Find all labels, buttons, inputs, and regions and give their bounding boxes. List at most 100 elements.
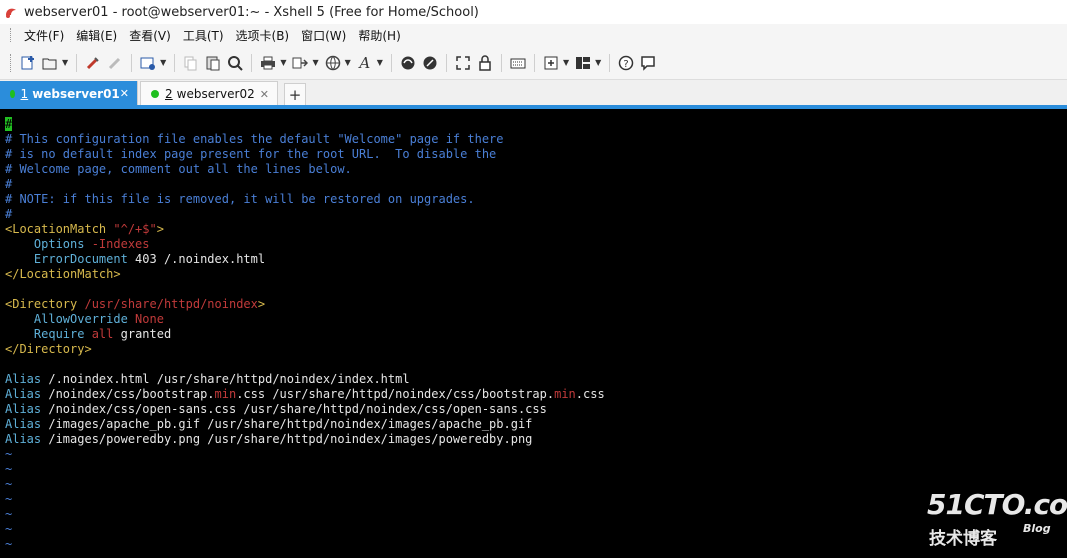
terminal-text: -Indexes	[84, 237, 150, 251]
terminal-text: # Welcome page, comment out all the line…	[5, 162, 352, 176]
terminal-text: /images/poweredby.png /usr/share/httpd/n…	[41, 432, 533, 446]
find-icon[interactable]	[226, 52, 244, 74]
svg-text:?: ?	[624, 59, 629, 70]
close-tab-icon[interactable]: ✕	[260, 88, 269, 101]
disconnect-icon[interactable]	[106, 52, 124, 74]
terminal-line: </LocationMatch>	[5, 267, 1067, 282]
menu-help[interactable]: 帮助(H)	[353, 25, 405, 46]
toolbar-separator	[390, 53, 392, 72]
help-icon[interactable]: ?	[617, 52, 635, 74]
terminal-text: </Directory>	[5, 342, 92, 356]
chat-icon[interactable]	[639, 52, 657, 74]
terminal-text: 403 /.noindex.html	[127, 252, 266, 266]
terminal-line: ~	[5, 507, 1067, 522]
menu-view[interactable]: 查看(V)	[124, 25, 176, 46]
terminal-line: ~	[5, 447, 1067, 462]
tab-webserver02[interactable]: 2 webserver02 ✕	[140, 81, 278, 106]
terminal-text: /.noindex.html /usr/share/httpd/noindex/…	[41, 372, 410, 386]
terminal-line: Alias /images/apache_pb.gif /usr/share/h…	[5, 417, 1067, 432]
window-title: webserver01 - root@webserver01:~ - Xshel…	[24, 4, 479, 20]
xftp-icon[interactable]	[399, 52, 417, 74]
toolbar-separator	[445, 53, 447, 72]
terminal-line: # NOTE: if this file is removed, it will…	[5, 192, 1067, 207]
tab-number: 2	[165, 87, 173, 101]
layout-caret-icon[interactable]: ▼	[595, 58, 601, 67]
properties-caret-icon[interactable]: ▼	[160, 58, 166, 67]
close-tab-icon[interactable]: ✕	[120, 87, 129, 100]
terminal-line: #	[5, 177, 1067, 192]
toolbar-separator	[251, 53, 253, 72]
tab-webserver01[interactable]: 1 webserver01 ✕	[0, 81, 138, 106]
terminal-text: all	[84, 327, 114, 341]
terminal-cursor: #	[5, 117, 13, 131]
terminal-text: # This configuration file enables the de…	[5, 132, 504, 146]
transfer-caret-icon[interactable]: ▼	[312, 58, 318, 67]
open-folder-icon[interactable]	[41, 52, 59, 74]
terminal-text: ~	[5, 507, 13, 521]
terminal-text: ~	[5, 522, 13, 536]
print-caret-icon[interactable]: ▼	[280, 58, 286, 67]
new-session-icon[interactable]	[19, 52, 37, 74]
globe-caret-icon[interactable]: ▼	[345, 58, 351, 67]
terminal-line: </Directory>	[5, 342, 1067, 357]
toolbar-separator	[609, 53, 611, 72]
terminal-line: Alias /.noindex.html /usr/share/httpd/no…	[5, 372, 1067, 387]
properties-icon[interactable]	[139, 52, 157, 74]
keyboard-icon[interactable]	[509, 52, 527, 74]
watermark-logo: 51CTO.com 技术博客 Blog	[927, 488, 1067, 550]
open-caret-icon[interactable]: ▼	[62, 58, 68, 67]
terminal-text: Alias	[5, 402, 42, 416]
terminal-text: <LocationMatch	[5, 222, 114, 236]
add-tab-button[interactable]: +	[284, 83, 306, 106]
session-status-dot	[151, 90, 159, 98]
menu-tabs[interactable]: 选项卡(B)	[231, 25, 295, 46]
terminal-line: #	[5, 117, 1067, 132]
menubar-grip[interactable]	[10, 28, 13, 42]
toolbar-separator	[76, 53, 78, 72]
font-icon[interactable]: A	[356, 52, 374, 74]
terminal-text: ~	[5, 477, 13, 491]
terminal-line: <Directory /usr/share/httpd/noindex>	[5, 297, 1067, 312]
terminal-view[interactable]: # # This configuration file enables the d…	[0, 109, 1067, 558]
font-caret-icon[interactable]: ▼	[377, 58, 383, 67]
toolbar-separator	[174, 53, 176, 72]
terminal-text: min	[214, 387, 237, 401]
paste-icon[interactable]	[204, 52, 222, 74]
tab-bar: 1 webserver01 ✕ 2 webserver02 ✕ +	[0, 80, 1067, 106]
toolbar-separator	[131, 53, 133, 72]
terminal-line: ~	[5, 477, 1067, 492]
terminal-line: Alias /noindex/css/open-sans.css /usr/sh…	[5, 402, 1067, 417]
copy-icon[interactable]	[182, 52, 200, 74]
toolbar-grip[interactable]	[10, 53, 13, 72]
fullscreen-icon[interactable]	[454, 52, 472, 74]
terminal-text: /images/apache_pb.gif /usr/share/httpd/n…	[41, 417, 533, 431]
reconnect-icon[interactable]	[84, 52, 102, 74]
terminal-text: /usr/share/httpd/noindex	[84, 297, 258, 311]
terminal-line: Alias /images/poweredby.png /usr/share/h…	[5, 432, 1067, 447]
menu-file[interactable]: 文件(F)	[19, 25, 69, 46]
watermark-blog: Blog	[1023, 522, 1051, 535]
terminal-line: Require all granted	[5, 327, 1067, 342]
transfer-icon[interactable]	[291, 52, 309, 74]
new-tab-caret-icon[interactable]: ▼	[563, 58, 569, 67]
menu-window[interactable]: 窗口(W)	[296, 25, 351, 46]
terminal-line: <LocationMatch "^/+$">	[5, 222, 1067, 237]
xshell-app-icon[interactable]	[4, 5, 18, 19]
layout-icon[interactable]	[574, 52, 592, 74]
lock-icon[interactable]	[476, 52, 494, 74]
menu-edit[interactable]: 编辑(E)	[71, 25, 122, 46]
terminal-text: >	[156, 222, 164, 236]
menu-bar: 文件(F) 编辑(E) 查看(V) 工具(T) 选项卡(B) 窗口(W) 帮助(…	[0, 24, 1067, 46]
xmanager-icon[interactable]	[421, 52, 439, 74]
terminal-line: ~	[5, 537, 1067, 552]
new-tab-icon[interactable]	[542, 52, 560, 74]
terminal-line: AllowOverride None	[5, 312, 1067, 327]
print-icon[interactable]	[259, 52, 277, 74]
menu-tools[interactable]: 工具(T)	[178, 25, 229, 46]
globe-icon[interactable]	[324, 52, 342, 74]
terminal-text: /noindex/css/bootstrap.	[41, 387, 215, 401]
terminal-text: /noindex/css/open-sans.css /usr/share/ht…	[41, 402, 547, 416]
title-bar: webserver01 - root@webserver01:~ - Xshel…	[0, 0, 1067, 24]
